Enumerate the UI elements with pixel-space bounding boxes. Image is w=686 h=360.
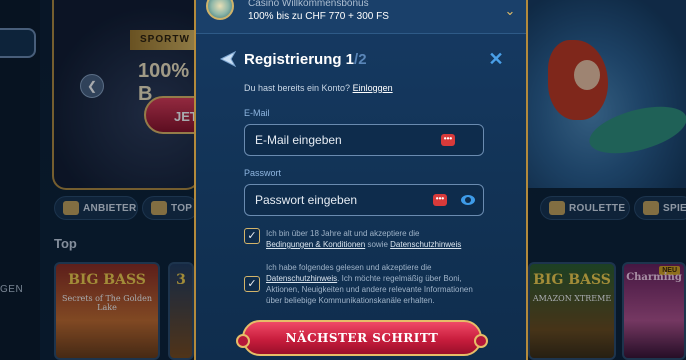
terms-text: Ich bin über 18 Jahre alt und akzeptiere… [266,228,484,250]
login-link[interactable]: Einloggen [353,83,393,93]
terms-link[interactable]: Bedingungen & Konditionen [266,240,365,249]
password-label: Passwort [244,168,282,178]
next-step-button[interactable]: NÄCHSTER SCHRITT [236,320,488,356]
terms-text-middle: sowie [367,240,388,249]
marketing-text: Ich habe folgendes gelesen und akzeptier… [266,262,484,306]
bonus-selector[interactable]: Casino Willkommensbonus 100% bis zu CHF … [196,0,526,34]
password-manager-icon[interactable]: ••• [441,134,455,146]
back-arrow-icon[interactable] [220,51,236,67]
close-icon[interactable]: ✕ [488,50,504,68]
marketing-checkbox[interactable]: ✓ [244,276,260,292]
email-field-wrapper: ••• [244,124,484,156]
bonus-amount: 100% bis zu CHF 770 + 300 FS [248,11,389,22]
marketing-consent-row: ✓ Ich habe folgendes gelesen und akzepti… [244,262,484,308]
registration-title-text: Registrierung 1 [244,51,355,68]
terms-text-before: Ich bin über 18 Jahre alt und akzeptiere… [266,229,420,238]
password-field-wrapper: ••• [244,184,484,216]
registration-modal: Casino Willkommensbonus 100% bis zu CHF … [194,0,528,360]
terms-checkbox[interactable]: ✓ [244,228,260,244]
chevron-down-icon[interactable]: ⌄ [500,2,520,22]
bonus-title: Casino Willkommensbonus [248,0,369,9]
password-manager-icon[interactable]: ••• [433,194,447,206]
registration-header: Registrierung 1/2 ✕ [196,44,526,76]
step-total: 2 [358,51,367,68]
email-field[interactable] [255,125,425,155]
bonus-coin-icon [206,0,234,20]
terms-consent-row: ✓ Ich bin über 18 Jahre alt und akzeptie… [244,228,484,252]
privacy-link[interactable]: Datenschutzhinweis [390,240,461,249]
email-label: E-Mail [244,108,270,118]
marketing-text-before: Ich habe folgendes gelesen und akzeptier… [266,263,432,272]
registration-title: Registrierung 1/2 [244,51,367,68]
login-prompt: Du hast bereits ein Konto? Einloggen [244,83,393,93]
show-password-icon[interactable] [461,195,475,205]
marketing-privacy-link[interactable]: Datenschutzhinweis [266,274,337,283]
login-prompt-text: Du hast bereits ein Konto? [244,83,351,93]
password-field[interactable] [255,185,425,215]
